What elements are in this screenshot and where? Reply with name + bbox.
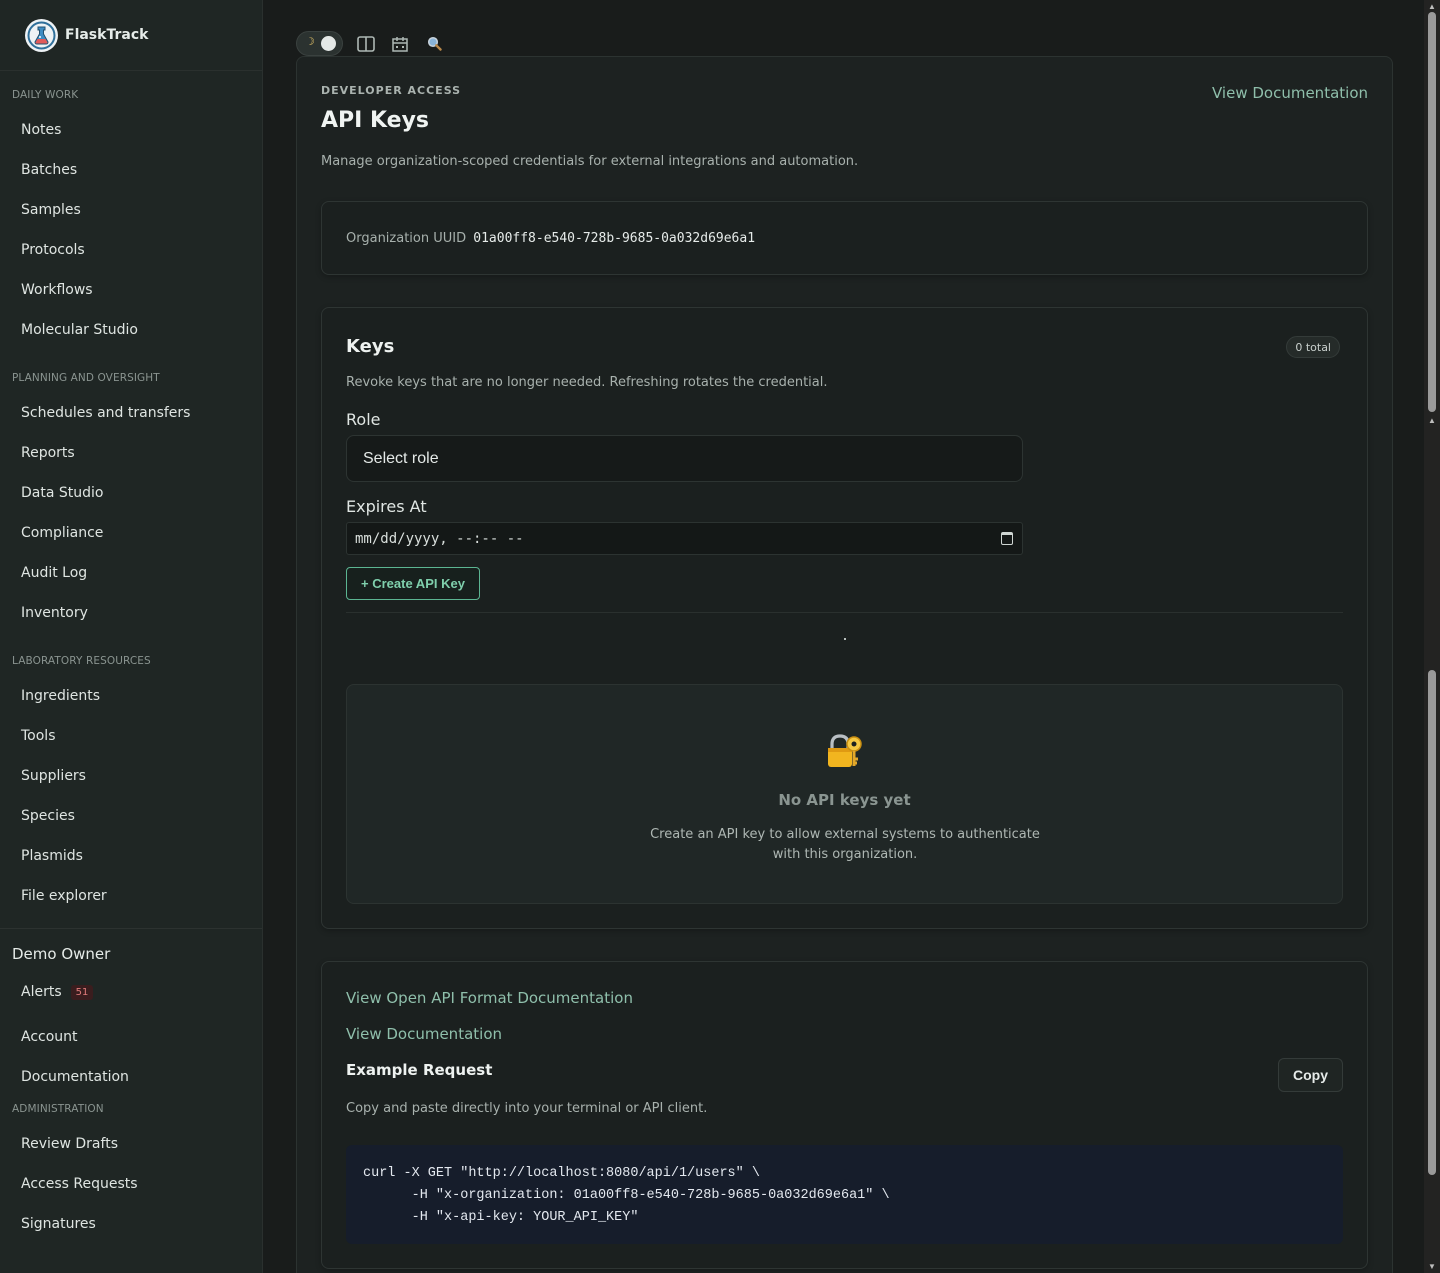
expires-at-placeholder: mm/dd/yyyy, --:-- -- (355, 530, 524, 547)
keys-divider (346, 612, 1343, 613)
empty-state-text: Create an API key to allow external syst… (650, 827, 1040, 862)
example-request-subtitle: Copy and paste directly into your termin… (346, 1101, 708, 1116)
sidebar-item-alerts[interactable]: Alerts 51 (0, 972, 262, 1012)
section-label-lab-resources: LABORATORY RESOURCES (12, 655, 151, 667)
openapi-documentation-link[interactable]: View Open API Format Documentation (346, 989, 633, 1007)
moon-icon: ☽ (305, 36, 315, 48)
organization-uuid-row: Organization UUID 01a00ff8-e540-728b-968… (346, 231, 755, 246)
alerts-label: Alerts (21, 984, 62, 1000)
scroll-bottom-arrow-icon[interactable]: ▼ (1428, 1262, 1436, 1271)
organization-uuid-label: Organization UUID (346, 231, 467, 246)
expires-at-label: Expires At (346, 497, 427, 516)
scroll-thumb[interactable] (1428, 12, 1436, 412)
user-name[interactable]: Demo Owner (0, 940, 262, 968)
view-documentation-link-2[interactable]: View Documentation (346, 1025, 502, 1043)
example-request-title: Example Request (346, 1061, 493, 1079)
sidebar-item-ingredients[interactable]: Ingredients (0, 676, 262, 716)
sidebar-item-audit-log[interactable]: Audit Log (0, 553, 262, 593)
organization-uuid-card: Organization UUID 01a00ff8-e540-728b-968… (321, 201, 1368, 275)
keys-card: Keys 0 total Revoke keys that are no lon… (321, 307, 1368, 929)
sidebar-item-species[interactable]: Species (0, 796, 262, 836)
main-content: ☽ DEVELOPER ACCESS API Keys View Documen… (264, 0, 1424, 1273)
copy-button[interactable]: Copy (1278, 1058, 1343, 1092)
loading-dot (844, 638, 846, 640)
page-subtitle: Manage organization-scoped credentials f… (321, 154, 859, 169)
sidebar-item-signatures[interactable]: Signatures (0, 1204, 262, 1244)
sidebar-item-protocols[interactable]: Protocols (0, 230, 262, 270)
sidebar-item-notes[interactable]: Notes (0, 110, 262, 150)
role-select[interactable]: Select role (346, 435, 1023, 482)
sidebar-item-workflows[interactable]: Workflows (0, 270, 262, 310)
sidebar-item-tools[interactable]: Tools (0, 716, 262, 756)
section-label-daily-work: DAILY WORK (12, 89, 79, 101)
organization-uuid-value[interactable]: 01a00ff8-e540-728b-9685-0a032d69e6a1 (473, 231, 755, 246)
alerts-count-badge: 51 (70, 984, 94, 1000)
keys-title: Keys (346, 336, 395, 357)
sidebar-item-inventory[interactable]: Inventory (0, 593, 262, 633)
page-scrollbar[interactable]: ▲ ▲ ▼ (1424, 0, 1440, 1273)
brand[interactable]: FlaskTrack (0, 0, 262, 71)
sidebar-item-molecular-studio[interactable]: Molecular Studio (0, 310, 262, 350)
sidebar-item-reports[interactable]: Reports (0, 433, 262, 473)
sidebar-item-suppliers[interactable]: Suppliers (0, 756, 262, 796)
section-label-planning: PLANNING AND OVERSIGHT (12, 372, 160, 384)
scroll-thumb-secondary[interactable] (1428, 670, 1436, 1175)
brand-name: FlaskTrack (65, 27, 149, 43)
sidebar-item-data-studio[interactable]: Data Studio (0, 473, 262, 513)
scroll-down-arrow-icon[interactable]: ▲ (1428, 416, 1436, 425)
sidebar-item-schedules[interactable]: Schedules and transfers (0, 393, 262, 433)
flask-logo-icon (25, 18, 58, 52)
sidebar-item-samples[interactable]: Samples (0, 190, 262, 230)
view-documentation-link[interactable]: View Documentation (1212, 84, 1368, 102)
theme-toggle[interactable]: ☽ (296, 31, 343, 56)
toggle-knob (321, 36, 336, 51)
keys-count-badge: 0 total (1286, 336, 1340, 358)
toolbar: ☽ (296, 31, 445, 56)
page-title: API Keys (321, 108, 430, 133)
empty-state: No API keys yet Create an API key to all… (346, 684, 1343, 904)
calendar-icon[interactable] (1001, 532, 1013, 545)
docs-card: View Open API Format Documentation View … (321, 961, 1368, 1269)
sidebar: FlaskTrack DAILY WORK Notes Batches Samp… (0, 0, 263, 1273)
create-api-key-button[interactable]: + Create API Key (346, 567, 480, 600)
example-code-block[interactable]: curl -X GET "http://localhost:8080/api/1… (346, 1145, 1343, 1244)
sidebar-item-documentation[interactable]: Documentation (0, 1057, 262, 1097)
sidebar-item-account[interactable]: Account (0, 1017, 262, 1057)
page-eyebrow: DEVELOPER ACCESS (321, 84, 462, 97)
locked-with-key-icon (828, 734, 862, 767)
section-label-administration: ADMINISTRATION (12, 1103, 104, 1115)
keys-subtitle: Revoke keys that are no longer needed. R… (346, 375, 828, 390)
api-keys-panel: DEVELOPER ACCESS API Keys View Documenta… (296, 56, 1393, 1273)
role-label: Role (346, 410, 381, 429)
empty-state-title: No API keys yet (778, 791, 911, 809)
split-view-icon[interactable] (355, 33, 377, 55)
sidebar-item-batches[interactable]: Batches (0, 150, 262, 190)
sidebar-item-file-explorer[interactable]: File explorer (0, 876, 262, 916)
sidebar-item-compliance[interactable]: Compliance (0, 513, 262, 553)
search-icon[interactable] (423, 33, 445, 55)
sidebar-item-review-drafts[interactable]: Review Drafts (0, 1124, 262, 1164)
calendar-grid-icon[interactable] (389, 33, 411, 55)
sidebar-item-plasmids[interactable]: Plasmids (0, 836, 262, 876)
scroll-up-arrow-icon[interactable]: ▲ (1428, 2, 1436, 11)
sidebar-item-access-requests[interactable]: Access Requests (0, 1164, 262, 1204)
expires-at-input[interactable]: mm/dd/yyyy, --:-- -- (346, 522, 1023, 555)
